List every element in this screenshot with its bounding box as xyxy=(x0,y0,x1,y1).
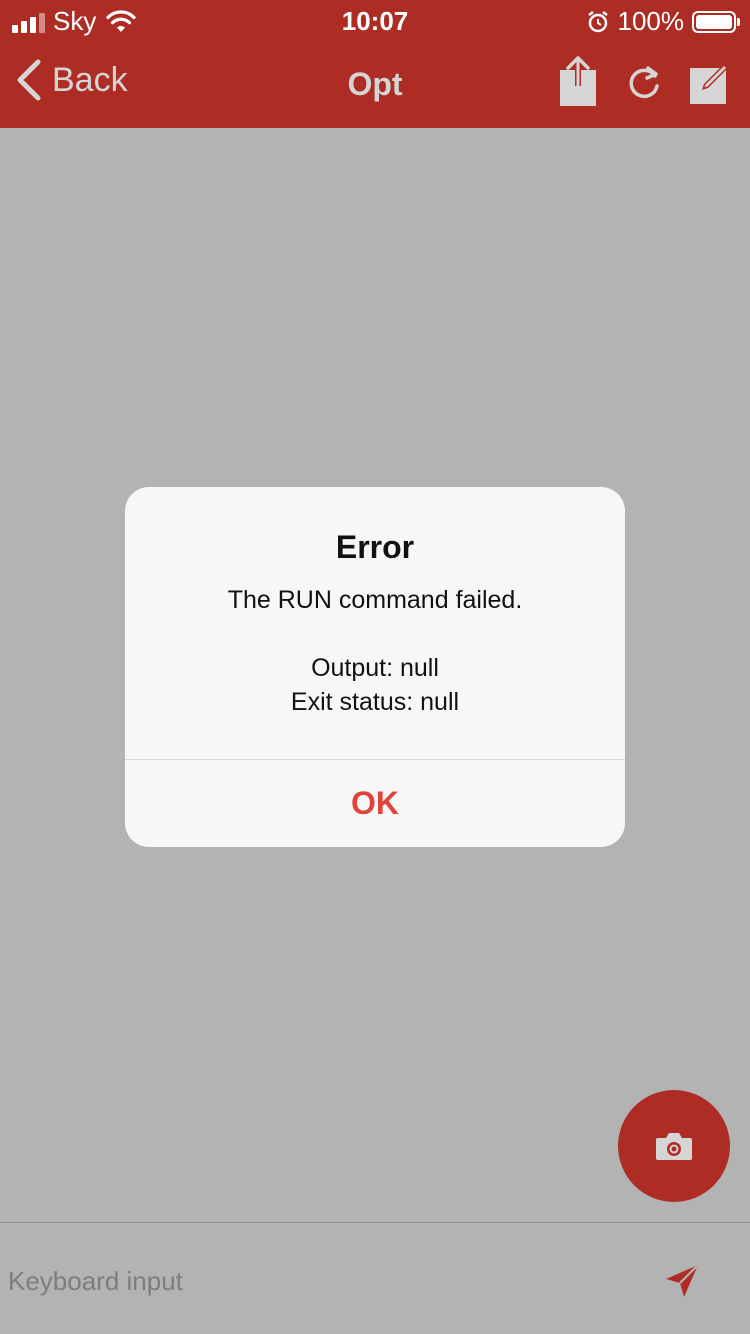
battery-percent: 100% xyxy=(617,6,685,36)
status-bar: Sky 10:07 100% xyxy=(0,0,750,40)
send-icon[interactable] xyxy=(664,1263,700,1299)
alert-title: Error xyxy=(335,529,415,565)
status-right: 100% xyxy=(586,6,740,37)
input-bar xyxy=(0,1222,750,1334)
error-alert-dialog: Error The RUN command failed. Output: nu… xyxy=(125,487,625,847)
alert-exit-status-line: Exit status: null xyxy=(290,688,460,716)
nav-bar: Back Opt xyxy=(0,40,750,128)
battery-icon xyxy=(692,10,740,33)
nav-actions xyxy=(556,56,732,108)
keyboard-input-field[interactable] xyxy=(8,1261,608,1301)
share-icon[interactable] xyxy=(556,56,600,108)
camera-button[interactable] xyxy=(618,1090,730,1202)
alert-output-line: Output: null xyxy=(311,654,439,682)
alert-message: The RUN command failed. Output: null Exi… xyxy=(125,583,625,719)
refresh-icon[interactable] xyxy=(622,56,666,108)
camera-icon xyxy=(656,1133,692,1160)
alert-message-line: The RUN command failed. xyxy=(227,586,523,614)
alarm-icon xyxy=(587,10,608,32)
edit-icon[interactable] xyxy=(688,56,732,108)
ok-button[interactable]: OK xyxy=(125,760,625,847)
